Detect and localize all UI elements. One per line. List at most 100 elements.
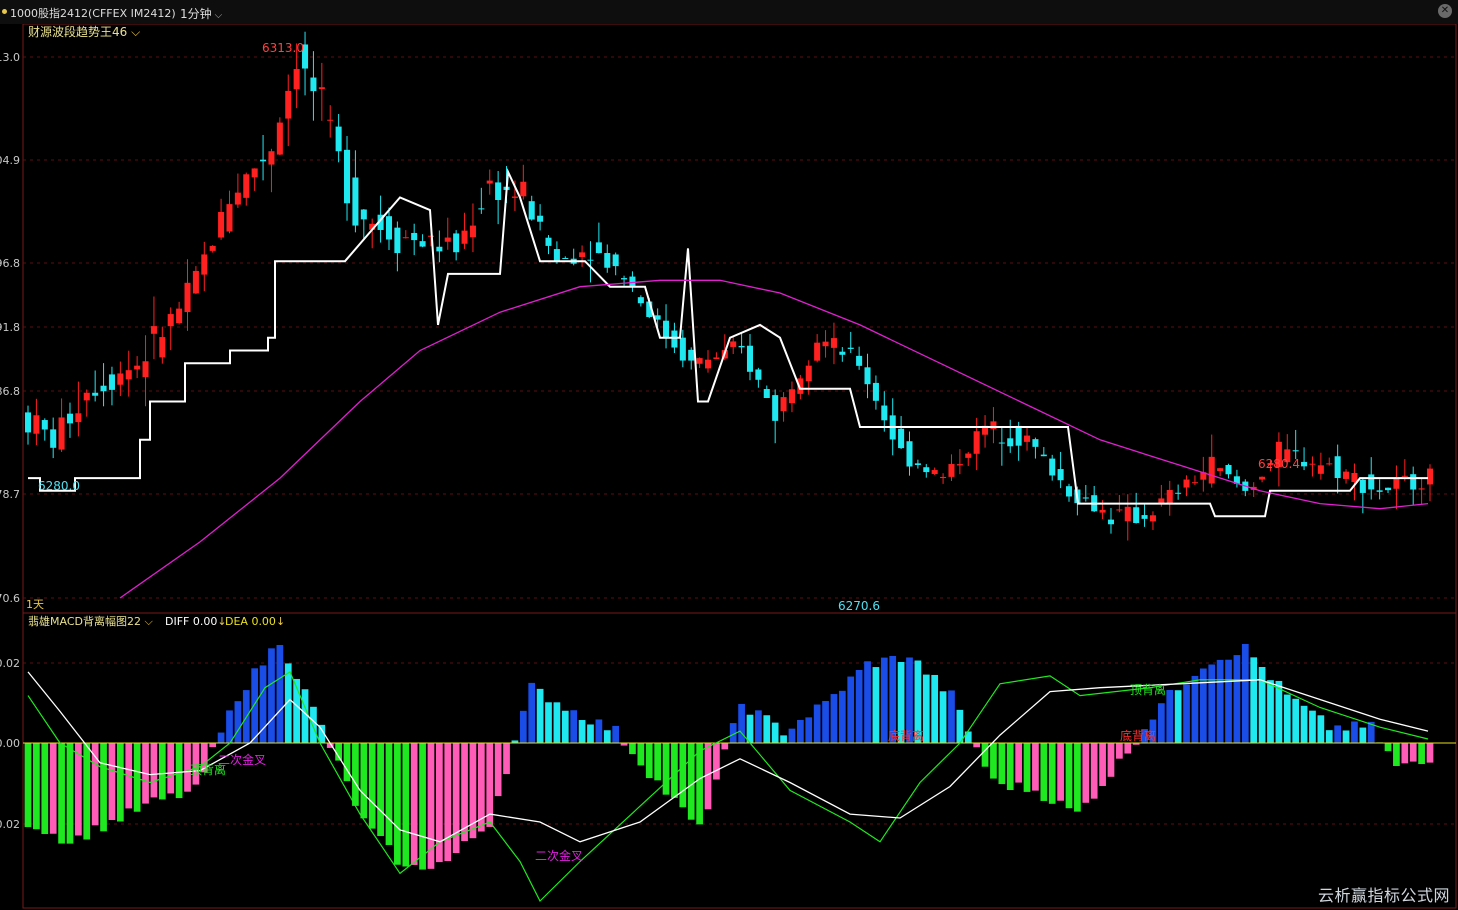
- macd-bar: [209, 743, 217, 748]
- chevron-down-icon: ⌵: [214, 10, 223, 21]
- candle-body: [360, 209, 367, 220]
- candle-body: [293, 69, 300, 90]
- candle-body: [847, 347, 854, 349]
- y-tick-label: 78.7: [0, 488, 20, 501]
- macd-indicator-label[interactable]: 翡雄MACD背离幅图22 ⌵: [28, 614, 153, 628]
- candle-body: [385, 216, 393, 240]
- candle-body: [268, 151, 275, 165]
- candle-body: [66, 413, 73, 424]
- candle-body: [830, 338, 837, 348]
- candle-body: [604, 253, 611, 268]
- macd-bar: [939, 691, 947, 743]
- macd-bar: [679, 743, 687, 808]
- candle-body: [134, 365, 141, 370]
- macd-bar: [91, 743, 99, 826]
- candle-body: [50, 429, 57, 448]
- chart-background: [0, 24, 1458, 910]
- candle-body: [553, 249, 560, 261]
- macd-bar: [956, 709, 964, 743]
- macd-bar: [1283, 694, 1291, 743]
- candle-body: [780, 397, 787, 412]
- candle-body: [948, 464, 955, 477]
- candle-body: [1376, 490, 1383, 492]
- close-icon[interactable]: ✕: [1438, 4, 1452, 18]
- candle-body: [226, 204, 233, 232]
- candle-body: [746, 345, 754, 372]
- macd-bar: [931, 674, 939, 743]
- macd-bar: [1351, 721, 1358, 743]
- macd-bar: [410, 743, 418, 865]
- candle-body: [1065, 486, 1073, 497]
- macd-bar: [116, 743, 124, 822]
- macd-bar: [813, 704, 821, 743]
- candle-body: [318, 87, 325, 90]
- candle-body: [814, 342, 821, 361]
- main-indicator-name: 财源波段趋势王46: [28, 24, 127, 39]
- y-tick-label: -0.02: [0, 818, 20, 831]
- candle-body: [663, 320, 670, 339]
- macd-bar: [1309, 710, 1316, 743]
- macd-bar: [33, 743, 40, 830]
- y-tick-label: 0.00: [0, 737, 20, 750]
- candle-body: [461, 230, 468, 244]
- macd-bar: [536, 688, 544, 743]
- candle-body: [856, 355, 863, 366]
- macd-bar: [1216, 659, 1224, 743]
- macd-bar: [1015, 743, 1022, 783]
- macd-bar: [368, 743, 376, 829]
- watermark: 云析赢指标公式网: [1317, 886, 1450, 905]
- macd-bar: [595, 719, 603, 743]
- candle-body: [209, 245, 216, 251]
- main-indicator-label[interactable]: 财源波段趋势王46 ⌵: [28, 24, 140, 39]
- y-tick-label: 96.8: [0, 257, 20, 270]
- candle-body: [1225, 465, 1232, 475]
- macd-bar: [100, 743, 107, 832]
- candle-body: [234, 192, 241, 205]
- symbol-label[interactable]: 1000股指2412(CFFEX IM2412): [10, 5, 176, 21]
- macd-bar: [276, 644, 284, 743]
- macd-bar: [1325, 730, 1333, 743]
- chart-area[interactable]: 13.0 04.9 96.8 91.8 86.8 78.7 70.6 0.02 0.00 -0.…: [0, 24, 1458, 910]
- candle-body: [1385, 487, 1392, 491]
- candle-body: [1301, 461, 1308, 467]
- candle-body: [1032, 439, 1039, 447]
- title-bar: 1000股指2412(CFFEX IM2412) 1分钟 ⌵ ✕: [0, 0, 1458, 25]
- macd-bar: [696, 743, 703, 825]
- y-tick-label: 86.8: [0, 385, 20, 398]
- candle-body: [1133, 507, 1140, 524]
- candle-body: [612, 254, 619, 267]
- macd-bar: [1426, 743, 1434, 763]
- period-selector[interactable]: 1分钟 ⌵: [180, 5, 222, 22]
- macd-bar: [1074, 743, 1081, 812]
- macd-bar: [612, 725, 620, 743]
- y-tick-label: 0.02: [0, 657, 20, 670]
- candle-body: [436, 246, 443, 252]
- macd-bar: [1258, 666, 1266, 743]
- macd-bar: [1166, 690, 1174, 743]
- candle-body: [914, 463, 921, 466]
- candle-body: [872, 382, 879, 401]
- candle-body: [998, 442, 1005, 444]
- macd-bar: [864, 661, 871, 743]
- macd-bar: [427, 743, 435, 869]
- dea-arrow-icon: ↓: [276, 615, 285, 628]
- macd-bar: [1233, 655, 1241, 743]
- candle-body: [755, 369, 762, 380]
- divergence-annotation: 二次金叉: [535, 848, 583, 863]
- macd-bar: [1099, 743, 1106, 786]
- candle-body: [159, 337, 166, 358]
- candle-body: [579, 252, 586, 257]
- candle-body: [898, 428, 905, 449]
- candle-body: [881, 405, 888, 421]
- candle-body: [100, 385, 107, 392]
- candle-body: [92, 392, 99, 396]
- macd-bar: [167, 743, 175, 794]
- candle-body: [75, 413, 82, 423]
- price-annotation: 6313.0: [262, 41, 304, 55]
- macd-bar: [553, 702, 561, 743]
- macd-bar: [1191, 675, 1199, 743]
- divergence-annotation: 底背离: [1120, 728, 1156, 743]
- candle-body: [411, 232, 418, 241]
- candle-body: [1116, 509, 1123, 511]
- macd-bar: [343, 743, 351, 782]
